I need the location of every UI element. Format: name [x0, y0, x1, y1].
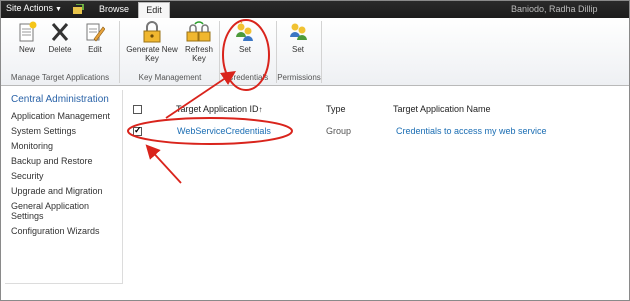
set-credentials-label: Set: [238, 45, 251, 54]
set-permissions-button[interactable]: Set: [285, 21, 311, 54]
user-name[interactable]: Baniodo, Radha Dillip: [511, 4, 598, 14]
window-frame: Site Actions ▼ Browse Edit Baniodo, Radha…: [0, 0, 630, 301]
nav-item-upgrade-and-migration[interactable]: Upgrade and Migration: [11, 186, 122, 196]
column-header-target-application-name[interactable]: Target Application Name: [393, 104, 491, 114]
delete-x-icon: [51, 23, 69, 41]
site-actions-label: Site Actions: [6, 3, 54, 13]
set-permissions-label: Set: [291, 45, 304, 54]
sort-ascending-icon: ↑: [258, 105, 263, 114]
row-type: Group: [326, 126, 352, 136]
group-label-key-management: Key Management: [138, 73, 202, 82]
group-label-permissions: Permissions: [277, 73, 321, 82]
ribbon: New Delete Edit Generate New Key Refresh…: [1, 18, 629, 86]
credentials-users-icon: [236, 21, 253, 41]
annotation-arrow-to-checkbox: [145, 144, 182, 184]
target-application-name-link[interactable]: Credentials to access my web service: [396, 126, 547, 136]
group-label-credentials: Credentials: [227, 73, 269, 82]
central-administration-heading[interactable]: Central Administration: [11, 94, 122, 105]
nav-item-application-management[interactable]: Application Management: [11, 111, 122, 121]
navigate-up-icon[interactable]: [73, 4, 84, 14]
new-document-icon: [19, 21, 37, 42]
new-button[interactable]: New: [15, 21, 39, 54]
padlock-icon: [143, 21, 161, 43]
new-label: New: [18, 45, 35, 54]
edit-document-icon: [86, 23, 105, 42]
nav-item-system-settings[interactable]: System Settings: [11, 126, 122, 136]
select-all-checkbox[interactable]: [133, 105, 142, 114]
group-separator: [119, 21, 120, 83]
generate-new-key-label: Generate New Key: [126, 45, 178, 63]
target-application-id-link[interactable]: WebServiceCredentials: [177, 126, 271, 136]
set-credentials-button[interactable]: Set: [232, 21, 258, 54]
edit-label: Edit: [88, 45, 102, 54]
site-actions-menu[interactable]: Site Actions ▼: [6, 3, 62, 13]
nav-item-security[interactable]: Security: [11, 171, 122, 181]
top-bar: Site Actions ▼ Browse Edit Baniodo, Radha…: [1, 1, 629, 18]
column-header-id-label: Target Application ID: [176, 104, 259, 114]
edit-button[interactable]: Edit: [83, 21, 107, 54]
tab-edit[interactable]: Edit: [138, 2, 170, 18]
permissions-users-icon: [290, 23, 307, 40]
refresh-key-label: Refresh Key: [184, 45, 213, 63]
refresh-key-icon: [186, 21, 211, 42]
nav-item-monitoring[interactable]: Monitoring: [11, 141, 122, 151]
tab-browse[interactable]: Browse: [99, 4, 129, 14]
group-separator: [321, 21, 322, 83]
nav-item-general-application-settings[interactable]: General Application Settings: [11, 201, 111, 221]
column-header-type[interactable]: Type: [326, 104, 346, 114]
refresh-key-button[interactable]: Refresh Key: [183, 21, 215, 63]
delete-button[interactable]: Delete: [46, 21, 74, 54]
left-navigation: Central Administration Application Manag…: [5, 90, 123, 284]
nav-item-configuration-wizards[interactable]: Configuration Wizards: [11, 226, 122, 236]
column-header-target-application-id[interactable]: Target Application ID↑: [176, 104, 263, 114]
nav-item-backup-and-restore[interactable]: Backup and Restore: [11, 156, 122, 166]
chevron-down-icon: ▼: [55, 6, 62, 13]
row-checkbox[interactable]: [133, 125, 142, 136]
generate-new-key-button[interactable]: Generate New Key: [123, 21, 181, 63]
group-label-manage-target-applications: Manage Target Applications: [10, 73, 110, 82]
delete-label: Delete: [48, 45, 72, 54]
